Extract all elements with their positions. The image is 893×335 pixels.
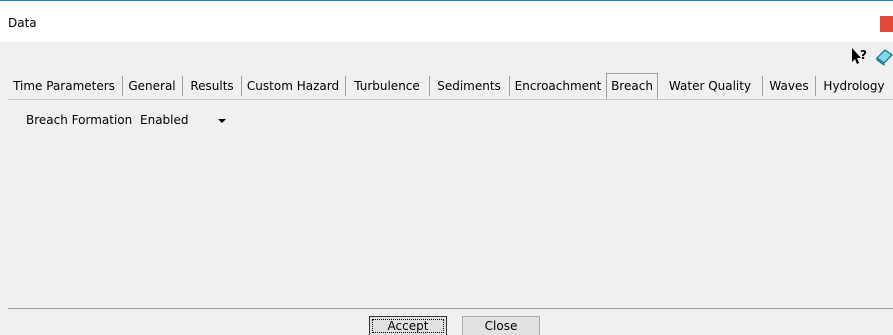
tab-sediments[interactable]: Sediments [432,74,506,99]
tab-hydrology[interactable]: Hydrology [818,74,890,99]
tab-separator [815,76,816,96]
tab-separator [762,76,763,96]
tab-general[interactable]: General [125,74,179,99]
tab-waves[interactable]: Waves [765,74,813,99]
tab-separator [509,76,510,96]
breach-formation-dropdown[interactable]: Enabled [140,113,250,129]
window-title: Data [8,16,37,30]
tab-turbulence[interactable]: Turbulence [348,74,426,99]
svg-text:?: ? [860,48,867,62]
whats-this-help-icon[interactable]: ? [848,45,870,67]
window-close-button[interactable] [880,16,893,32]
close-button[interactable]: Close [462,316,540,335]
tab-results[interactable]: Results [185,74,239,99]
tab-time-parameters[interactable]: Time Parameters [8,74,120,99]
breach-formation-label: Breach Formation [26,113,133,127]
footer-divider [8,308,893,309]
tab-separator [345,76,346,96]
tab-breach[interactable]: Breach [606,73,658,100]
tab-custom-hazard[interactable]: Custom Hazard [244,74,342,99]
accept-button[interactable]: Accept [369,316,447,335]
tab-separator [429,76,430,96]
tab-separator [182,76,183,96]
breach-panel: Breach Formation Enabled [8,99,893,308]
tab-separator [122,76,123,96]
tab-water-quality[interactable]: Water Quality [660,74,760,99]
title-bar: Data [0,0,893,42]
eraser-icon[interactable] [874,46,893,66]
tab-separator [241,76,242,96]
chevron-down-icon [218,119,226,123]
breach-formation-value: Enabled [140,113,189,127]
tab-encroachment[interactable]: Encroachment [512,74,604,99]
